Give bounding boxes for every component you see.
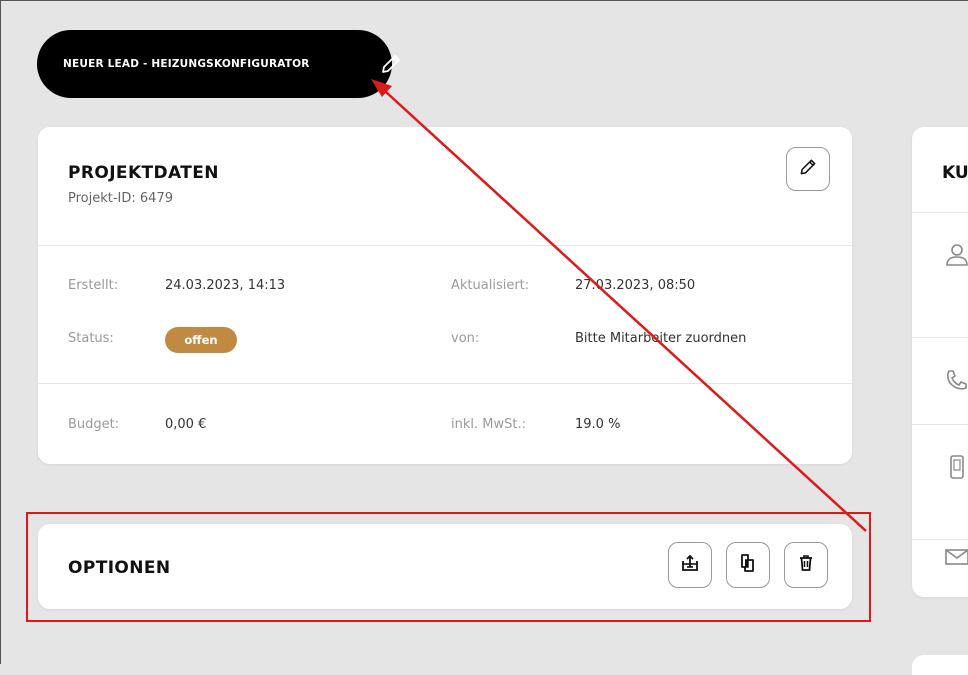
copy-button[interactable] (726, 542, 770, 588)
phone-icon (944, 367, 968, 393)
mwst-label: inkl. MwSt.: (451, 417, 526, 432)
edit-projektdaten-button[interactable] (786, 147, 830, 191)
projektdaten-title: PROJEKTDATEN (68, 163, 219, 183)
status-badge: offen (165, 327, 237, 353)
erstellt-value: 24.03.2023, 14:13 (165, 278, 286, 293)
projektdaten-card: PROJEKTDATEN Projekt-ID: 6479 Erstellt: … (38, 127, 852, 464)
lead-title: NEUER LEAD - HEIZUNGSKONFIGURATOR (63, 58, 310, 70)
divider (912, 424, 968, 425)
kunde-card: KU (912, 127, 968, 597)
optionen-title: OPTIONEN (68, 558, 171, 578)
mwst-value: 19.0 % (575, 417, 621, 432)
copy-icon (738, 553, 758, 577)
trash-icon (796, 553, 816, 577)
optionen-card: OPTIONEN (38, 524, 852, 609)
divider (912, 337, 968, 338)
export-button[interactable] (668, 542, 712, 588)
aktualisiert-label: Aktualisiert: (451, 278, 530, 293)
kunde-title: KU (942, 163, 968, 183)
mobile-icon (944, 454, 968, 480)
divider (38, 383, 852, 384)
budget-label: Budget: (68, 417, 120, 432)
next-card-edge (912, 655, 968, 675)
export-icon (680, 553, 700, 577)
project-id: Projekt-ID: 6479 (68, 191, 173, 206)
lead-title-bar: NEUER LEAD - HEIZUNGSKONFIGURATOR (37, 30, 400, 98)
mail-icon (944, 544, 968, 570)
pencil-icon (798, 157, 818, 181)
divider (912, 539, 968, 540)
budget-value: 0,00 € (165, 417, 207, 432)
status-label: Status: (68, 331, 114, 346)
pencil-icon[interactable] (379, 52, 403, 76)
person-icon (944, 242, 968, 268)
aktualisiert-value: 27.03.2023, 08:50 (575, 278, 696, 293)
von-value[interactable]: Bitte Mitarbeiter zuordnen (575, 331, 746, 346)
divider (912, 212, 968, 213)
von-label: von: (451, 331, 480, 346)
delete-button[interactable] (784, 542, 828, 588)
erstellt-label: Erstellt: (68, 278, 119, 293)
divider (38, 245, 852, 246)
